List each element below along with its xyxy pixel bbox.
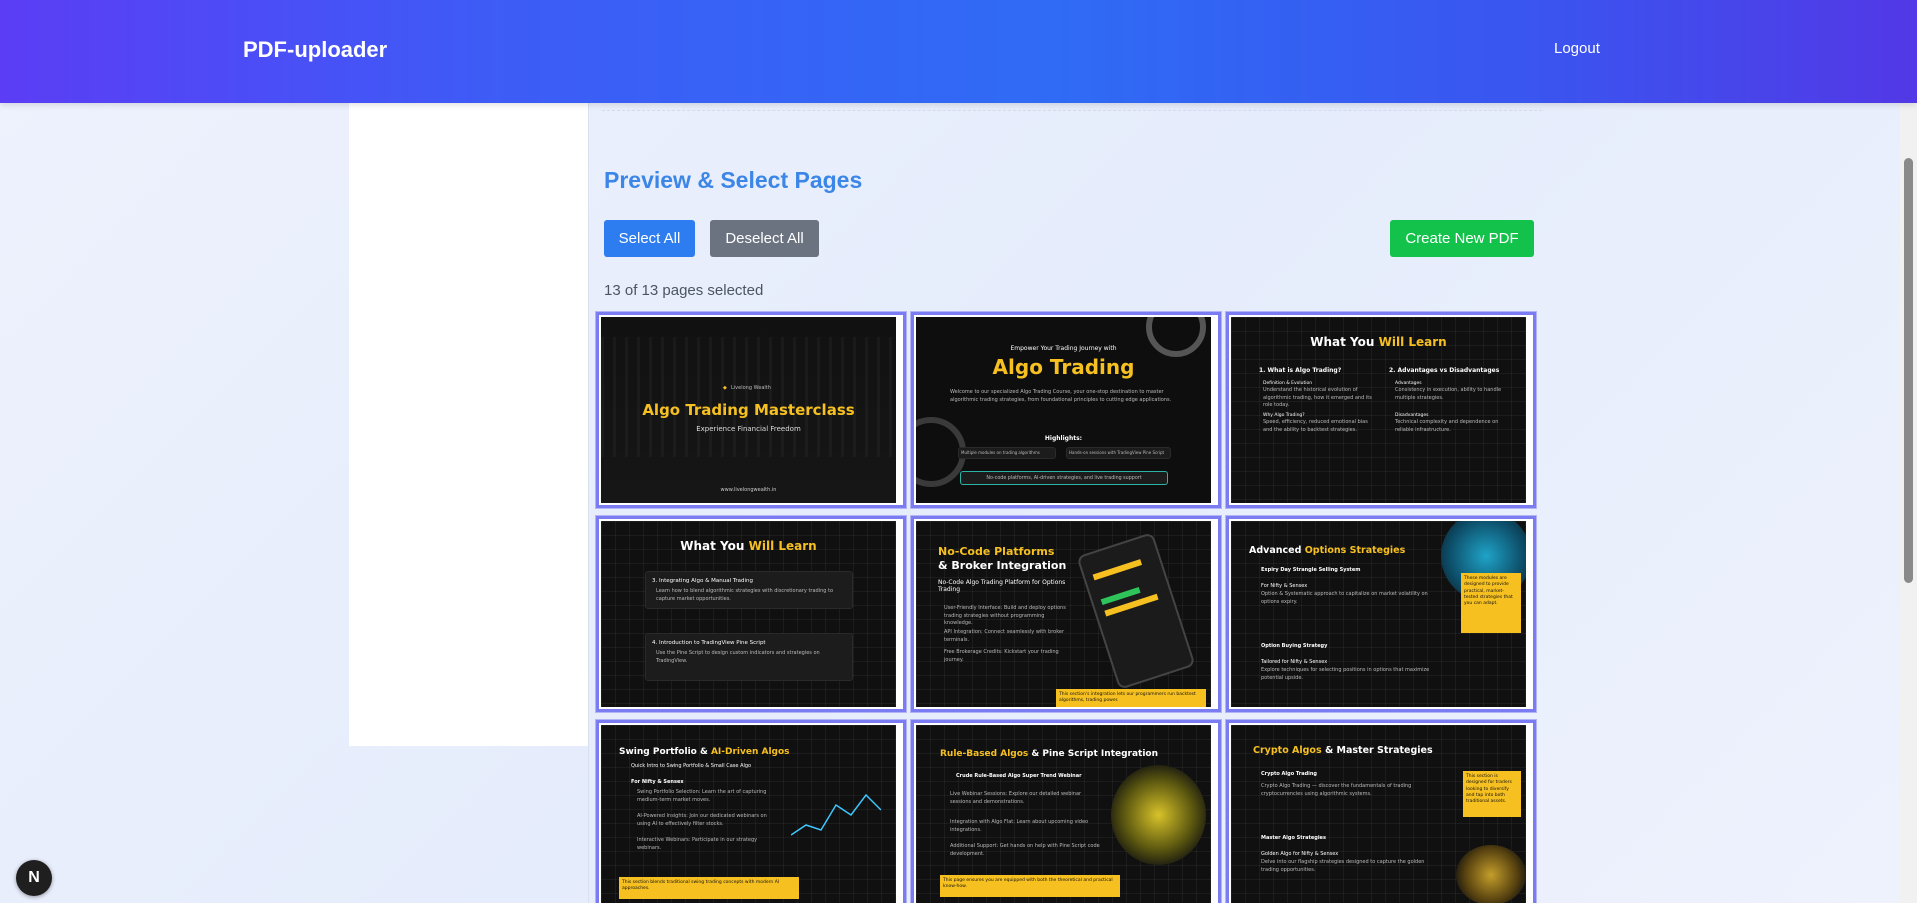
selection-count: 13 of 13 pages selected bbox=[604, 282, 764, 299]
highlight-pill: No-code platforms, AI-driven strategies,… bbox=[960, 471, 1168, 485]
slide-subheading: Advantages bbox=[1395, 381, 1422, 386]
slide-kicker: Empower Your Trading Journey with bbox=[1010, 345, 1117, 352]
app-brand[interactable]: PDF-uploader bbox=[243, 37, 387, 63]
page-thumbnail[interactable]: Advanced Options Strategies Expiry Day S… bbox=[1226, 516, 1536, 712]
slide-title: Advanced Options Strategies bbox=[1249, 545, 1406, 556]
highlight-pill: Hands-on sessions with TradingView Pine … bbox=[1066, 447, 1171, 459]
top-navbar: PDF-uploader Logout bbox=[0, 0, 1917, 103]
divider bbox=[588, 103, 589, 903]
divider bbox=[602, 110, 1542, 111]
page-thumbnail[interactable]: What You Will Learn 3. Integrating Algo … bbox=[596, 516, 906, 712]
slide-brand: Livelong Wealth bbox=[731, 385, 771, 391]
slide-subtitle: No-Code Algo Trading Platform for Option… bbox=[938, 579, 1066, 593]
slide-title: Swing Portfolio & AI-Driven Algos bbox=[619, 747, 790, 757]
page-preview: Empower Your Trading Journey with Algo T… bbox=[916, 317, 1211, 503]
page-preview: No-Code Platforms & Broker Integration N… bbox=[916, 521, 1211, 707]
slide-title: No-Code Platforms bbox=[938, 545, 1055, 558]
decor-orb-icon bbox=[1111, 765, 1206, 865]
slide-subtitle: Quick Intro to Swing Portfolio & Small C… bbox=[631, 763, 752, 769]
callout-box: This section is designed for traders loo… bbox=[1463, 771, 1521, 817]
page-preview: What You Will Learn 3. Integrating Algo … bbox=[601, 521, 896, 707]
slide-title: Crypto Algos & Master Strategies bbox=[1253, 745, 1433, 756]
slide-footer: www.livelongwealth.in bbox=[720, 487, 777, 493]
slide-subheading: For Nifty & Sensex bbox=[631, 779, 684, 785]
deselect-all-button[interactable]: Deselect All bbox=[710, 220, 819, 257]
slide-title: Rule-Based Algos & Pine Script Integrati… bbox=[940, 749, 1159, 759]
slide-title: & Broker Integration bbox=[938, 559, 1067, 572]
decor-orb-icon bbox=[1456, 845, 1526, 903]
slide-subtitle: Crude Rule-Based Algo Super Trend Webina… bbox=[956, 773, 1082, 779]
nextjs-badge-icon[interactable]: N bbox=[16, 860, 52, 896]
slide-heading: 1. What is Algo Trading? bbox=[1259, 367, 1342, 374]
page-preview: What You Will Learn 1. What is Algo Trad… bbox=[1231, 317, 1526, 503]
page-title: Preview & Select Pages bbox=[604, 167, 863, 193]
slide-heading: 2. Advantages vs Disadvantages bbox=[1389, 367, 1500, 374]
highlight-pill: Multiple modules on trading algorithms bbox=[958, 447, 1056, 459]
page-thumbnail[interactable]: Empower Your Trading Journey with Algo T… bbox=[911, 312, 1221, 508]
callout-box: This page ensures you are equipped with … bbox=[940, 875, 1120, 897]
page-thumbnail[interactable]: What You Will Learn 1. What is Algo Trad… bbox=[1226, 312, 1536, 508]
slide-heading: Option Buying Strategy bbox=[1261, 643, 1328, 649]
side-panel bbox=[349, 103, 588, 746]
logout-link[interactable]: Logout bbox=[1554, 40, 1600, 57]
page-thumbnail[interactable]: Crypto Algos & Master Strategies Crypto … bbox=[1226, 720, 1536, 903]
page-preview: Crypto Algos & Master Strategies Crypto … bbox=[1231, 725, 1526, 903]
page-thumbnail[interactable]: No-Code Platforms & Broker Integration N… bbox=[911, 516, 1221, 712]
page-thumbnail[interactable]: Swing Portfolio & AI-Driven Algos Quick … bbox=[596, 720, 906, 903]
page-thumbnail[interactable]: ◆ Livelong Wealth Algo Trading Mastercla… bbox=[596, 312, 906, 508]
chart-image-icon bbox=[791, 793, 881, 836]
callout-box: This section blends traditional swing tr… bbox=[619, 877, 799, 899]
slide-heading: Crypto Algo Trading bbox=[1261, 771, 1318, 777]
slide-subtitle: Experience Financial Freedom bbox=[696, 425, 801, 433]
slide-heading: 3. Integrating Algo & Manual Trading bbox=[652, 578, 754, 584]
slide-heading: Master Algo Strategies bbox=[1261, 835, 1326, 841]
page-preview: ◆ Livelong Wealth Algo Trading Mastercla… bbox=[601, 317, 896, 503]
slide-highlights: Highlights: bbox=[1044, 435, 1083, 442]
create-pdf-button[interactable]: Create New PDF bbox=[1390, 220, 1534, 257]
slide-subheading: Disadvantages bbox=[1395, 413, 1429, 418]
page-preview: Rule-Based Algos & Pine Script Integrati… bbox=[916, 725, 1211, 903]
content-box: 3. Integrating Algo & Manual Trading Lea… bbox=[645, 571, 853, 609]
scrollbar-thumb[interactable] bbox=[1904, 158, 1913, 583]
slide-subheading: Definition & Evolution bbox=[1263, 381, 1313, 386]
callout-box: These modules are designed to provide pr… bbox=[1461, 573, 1521, 633]
content-box: 4. Introduction to TradingView Pine Scri… bbox=[645, 633, 853, 681]
phone-image bbox=[1076, 532, 1196, 690]
brand-logo-icon: ◆ bbox=[723, 385, 727, 391]
callout-box: This section's integration lets our prog… bbox=[1056, 689, 1206, 707]
slide-title: What You Will Learn bbox=[1310, 335, 1447, 349]
slide-heading: Expiry Day Strangle Selling System bbox=[1261, 567, 1361, 573]
page-preview: Swing Portfolio & AI-Driven Algos Quick … bbox=[601, 725, 896, 903]
slide-heading: 4. Introduction to TradingView Pine Scri… bbox=[652, 640, 766, 646]
slide-title: What You Will Learn bbox=[680, 539, 817, 553]
slide-subheading: Tailored for Nifty & Sensex bbox=[1261, 659, 1328, 665]
slide-subheading: For Nifty & Sensex bbox=[1261, 583, 1308, 589]
select-all-button[interactable]: Select All bbox=[604, 220, 695, 257]
slide-title: Algo Trading bbox=[992, 355, 1135, 379]
page-preview: Advanced Options Strategies Expiry Day S… bbox=[1231, 521, 1526, 707]
page-thumbnail[interactable]: Rule-Based Algos & Pine Script Integrati… bbox=[911, 720, 1221, 903]
slide-title: Algo Trading Masterclass bbox=[642, 401, 855, 419]
slide-subheading: Golden Algo for Nifty & Sensex bbox=[1261, 851, 1339, 857]
slide-subheading: Why Algo Trading? bbox=[1263, 413, 1305, 418]
